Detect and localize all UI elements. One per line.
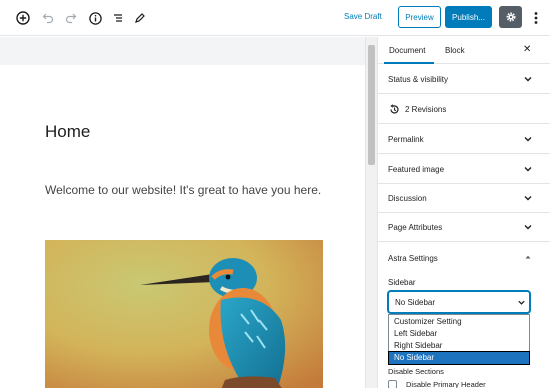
revisions-label: 2 Revisions [405,105,447,114]
close-icon[interactable]: ✕ [523,44,531,55]
scrollbar-thumb[interactable] [368,45,375,165]
option-left-sidebar[interactable]: Left Sidebar [389,328,529,340]
panel-label: Status & visibility [388,75,449,84]
block-editor: Save Draft Preview Publish... Home Welco… [0,0,550,388]
disable-primary-header-label: Disable Primary Header [406,380,486,388]
option-no-sidebar[interactable]: No Sidebar [388,351,530,365]
tab-document[interactable]: Document [389,46,425,55]
editor-toolbar: Save Draft Preview Publish... [0,0,550,36]
info-icon[interactable] [85,8,105,28]
sidebar-select-label: Sidebar [388,278,416,287]
caret-up-icon[interactable] [523,252,533,262]
list-view-icon[interactable] [108,8,128,28]
chevron-down-icon [524,167,532,172]
add-block-icon[interactable] [13,8,33,28]
paragraph-block[interactable]: Welcome to our website! It's great to ha… [45,178,335,202]
panel-revisions[interactable]: 2 Revisions [378,95,550,124]
tab-block[interactable]: Block [445,46,465,55]
panel-discussion[interactable]: Discussion [378,184,550,213]
panel-label: Permalink [388,135,424,144]
publish-button[interactable]: Publish... [445,6,492,28]
settings-button[interactable] [499,6,522,28]
chevron-down-icon [524,137,532,142]
option-customizer-setting[interactable]: Customizer Setting [389,316,529,328]
chevron-down-icon [524,225,532,230]
post-title[interactable]: Home [45,122,90,142]
publish-label: Publish... [452,12,485,22]
active-tab-indicator [384,62,434,64]
panel-label: Discussion [388,194,427,203]
option-right-sidebar[interactable]: Right Sidebar [389,340,529,352]
preview-button[interactable]: Preview [398,6,441,28]
gear-icon [506,12,515,22]
panel-page-attributes[interactable]: Page Attributes [378,213,550,242]
panel-astra-settings: Astra Settings Sidebar No Sidebar Custom… [378,243,550,388]
disable-primary-header-row[interactable]: Disable Primary Header [388,379,538,388]
sidebar-select-value: No Sidebar [395,298,436,307]
sidebar-options-list[interactable]: Customizer Setting Left Sidebar Right Si… [388,314,530,365]
disable-sections-label: Disable Sections [388,367,444,376]
sidebar-tabs: Document Block ✕ [378,37,550,64]
astra-settings-title[interactable]: Astra Settings [388,254,438,263]
preview-label: Preview [405,12,434,22]
chevron-down-icon [524,196,532,201]
chevron-down-icon [518,300,525,305]
panel-featured-image[interactable]: Featured image [378,155,550,184]
panel-label: Page Attributes [388,223,443,232]
redo-icon[interactable] [61,8,81,28]
settings-sidebar: Document Block ✕ Status & visibility 2 R… [377,37,550,388]
panel-status-visibility[interactable]: Status & visibility [378,65,550,94]
editor-scrollbar[interactable] [365,37,377,388]
more-options-icon[interactable] [529,8,543,28]
save-draft-button[interactable]: Save Draft [344,12,382,21]
editor-top-strip [0,37,365,65]
kingfisher-image[interactable] [45,240,323,388]
editor-canvas: Home Welcome to our website! It's great … [0,37,365,388]
edit-icon[interactable] [130,8,150,28]
panel-permalink[interactable]: Permalink [378,125,550,154]
chevron-down-icon [524,77,532,82]
undo-icon[interactable] [38,8,58,28]
revisions-icon [390,104,399,114]
disable-primary-header-checkbox[interactable] [388,380,397,388]
sidebar-select[interactable]: No Sidebar [388,291,530,313]
panel-label: Featured image [388,165,445,174]
